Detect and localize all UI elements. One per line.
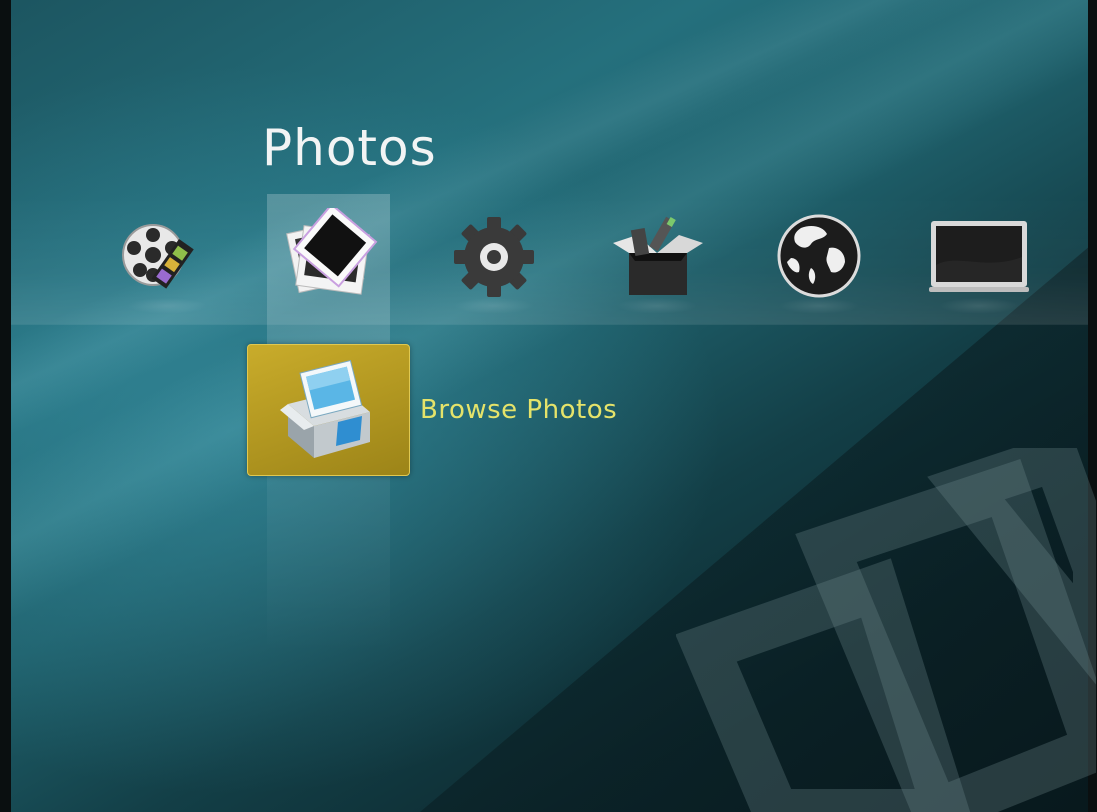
- icon-reflection: [114, 298, 220, 324]
- submenu-item-browse-photos[interactable]: Browse Photos: [247, 344, 677, 476]
- screen-border-left: [0, 0, 11, 812]
- nav-item-settings[interactable]: [441, 204, 547, 308]
- film-reel-icon: [122, 224, 194, 289]
- submenu-item-label: Browse Photos: [420, 395, 618, 425]
- nav-item-internet[interactable]: [766, 204, 872, 308]
- icon-reflection: [441, 298, 547, 324]
- photo-box-icon: [279, 360, 370, 458]
- nav-item-tv[interactable]: [926, 204, 1032, 308]
- monitor-icon: [929, 221, 1029, 292]
- nav-item-apps[interactable]: [604, 204, 710, 308]
- nav-item-video[interactable]: [114, 204, 220, 308]
- photo-stack-icon: [286, 208, 378, 295]
- globe-icon: [777, 214, 861, 298]
- focus-tile[interactable]: [247, 344, 410, 476]
- icon-reflection: [766, 298, 872, 324]
- open-box-icon: [613, 216, 703, 295]
- icon-reflection: [604, 298, 710, 324]
- icon-reflection: [926, 298, 1032, 324]
- decorative-photo-frames: [676, 448, 1096, 812]
- gear-icon: [454, 217, 534, 297]
- page-title: Photos: [262, 119, 437, 177]
- nav-item-photos[interactable]: [276, 204, 382, 308]
- media-menu-screen: Photos Browse Photos: [0, 0, 1097, 812]
